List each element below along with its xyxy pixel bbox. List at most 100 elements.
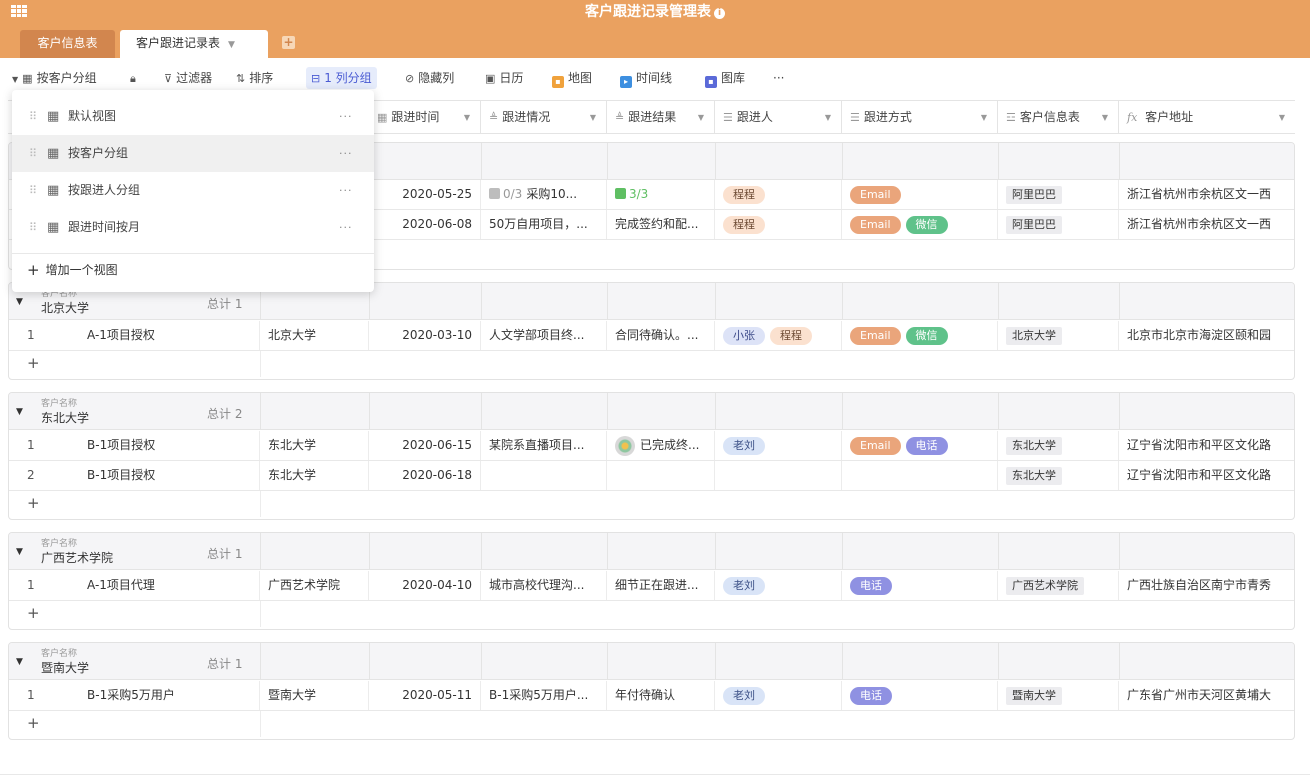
column-header-person[interactable]: ☰ 跟进人 ▼: [715, 101, 842, 134]
hide-columns-button[interactable]: ⊘ 隐藏列: [405, 68, 454, 88]
view-item-by-month[interactable]: ⠿ ▦ 跟进时间按月 ···: [12, 209, 374, 246]
group-header[interactable]: ▼ 客户名称 暨南大学 总计 1: [9, 643, 1294, 680]
cell-time[interactable]: 2020-04-10: [369, 571, 481, 600]
cell-time[interactable]: 2020-03-10: [369, 321, 481, 350]
group-button[interactable]: ⊟ 1 列分组: [306, 67, 377, 89]
table-row[interactable]: 1 A-1项目代理 广西艺术学院 2020-04-10 城市高校代理沟... 细…: [9, 571, 1294, 601]
cell-situation[interactable]: 某院系直播项目...: [481, 431, 607, 460]
more-icon[interactable]: ···: [339, 172, 353, 209]
cell-address[interactable]: 广西壮族自治区南宁市青秀: [1119, 571, 1294, 600]
record-link[interactable]: 广西艺术学院: [1006, 576, 1084, 595]
cell-method[interactable]: 电话: [842, 681, 998, 710]
gallery-button[interactable]: ▪ 图库: [705, 68, 745, 88]
cell-customer-name[interactable]: 北京大学: [260, 321, 369, 350]
cell-result[interactable]: 细节正在跟进...: [607, 571, 715, 600]
column-header-address[interactable]: fx 客户地址 ▼: [1119, 101, 1295, 134]
cell-method[interactable]: Email 微信: [842, 210, 998, 239]
view-switcher[interactable]: ▼ ▦ 按客户分组: [12, 68, 97, 88]
cell-title[interactable]: A-1项目授权: [79, 321, 260, 350]
view-item-default[interactable]: ⠿ ▦ 默认视图 ···: [12, 98, 374, 135]
add-table-button[interactable]: +: [282, 36, 295, 49]
add-row-button[interactable]: +: [9, 601, 1294, 627]
cell-customer-info[interactable]: 北京大学: [998, 321, 1119, 350]
cell-result[interactable]: 合同待确认。...: [607, 321, 715, 350]
cell-result[interactable]: 3/3: [607, 180, 715, 209]
table-row[interactable]: 2 B-1项目授权 东北大学 2020-06-18 东北大学 辽宁省沈阳市和平区…: [9, 461, 1294, 491]
record-link[interactable]: 阿里巴巴: [1006, 215, 1062, 234]
cell-person[interactable]: 老刘: [715, 681, 842, 710]
table-row[interactable]: 1 B-1采购5万用户 暨南大学 2020-05-11 B-1采购5万用户...…: [9, 681, 1294, 711]
cell-method[interactable]: 电话: [842, 571, 998, 600]
record-link[interactable]: 阿里巴巴: [1006, 185, 1062, 204]
chevron-down-icon[interactable]: ▼: [228, 40, 235, 50]
collapse-triangle-icon[interactable]: ▼: [16, 297, 23, 307]
column-header-method[interactable]: ☰ 跟进方式 ▼: [842, 101, 998, 134]
cell-person[interactable]: 老刘: [715, 571, 842, 600]
cell-situation[interactable]: 0/3 采购10...: [481, 180, 607, 209]
cell-time[interactable]: 2020-05-11: [369, 681, 481, 710]
table-row[interactable]: 1 A-1项目授权 北京大学 2020-03-10 人文学部项目终... 合同待…: [9, 321, 1294, 351]
cell-method[interactable]: Email: [842, 180, 998, 209]
cell-address[interactable]: 北京市北京市海淀区颐和园: [1119, 321, 1294, 350]
drag-handle-icon[interactable]: ⠿: [29, 209, 37, 246]
column-header-customer-info[interactable]: ☲ 客户信息表 ▼: [998, 101, 1119, 134]
add-view-button[interactable]: + 增加一个视图: [27, 255, 118, 285]
cell-address[interactable]: 浙江省杭州市余杭区文一西: [1119, 180, 1294, 209]
cell-customer-name[interactable]: 广西艺术学院: [260, 571, 369, 600]
drag-handle-icon[interactable]: ⠿: [29, 135, 37, 172]
cell-customer-name[interactable]: 东北大学: [260, 431, 369, 460]
column-header-situation[interactable]: ≜ 跟进情况 ▼: [481, 101, 607, 134]
cell-person[interactable]: 程程: [715, 180, 842, 209]
cell-customer-name[interactable]: 东北大学: [260, 461, 369, 490]
group-header[interactable]: ▼ 客户名称 东北大学 总计 2: [9, 393, 1294, 430]
cell-address[interactable]: 浙江省杭州市余杭区文一西: [1119, 210, 1294, 239]
cell-person[interactable]: 小张 程程: [715, 321, 842, 350]
cell-situation[interactable]: B-1采购5万用户...: [481, 681, 607, 710]
cell-situation[interactable]: 城市高校代理沟...: [481, 571, 607, 600]
cell-person[interactable]: 老刘: [715, 431, 842, 460]
column-header-result[interactable]: ≜ 跟进结果 ▼: [607, 101, 715, 134]
cell-situation[interactable]: 人文学部项目终...: [481, 321, 607, 350]
tab-customer-info[interactable]: 客户信息表: [20, 30, 115, 58]
cell-method[interactable]: [842, 461, 998, 490]
filter-button[interactable]: ⊽ 过滤器: [164, 68, 212, 88]
column-header-time[interactable]: ▦ 跟进时间 ▼: [369, 101, 481, 134]
cell-result[interactable]: [607, 461, 715, 490]
cell-title[interactable]: B-1采购5万用户: [79, 681, 260, 710]
cell-title[interactable]: B-1项目授权: [79, 431, 260, 460]
cell-customer-info[interactable]: 阿里巴巴: [998, 210, 1119, 239]
cell-customer-info[interactable]: 东北大学: [998, 461, 1119, 490]
tab-followup-records[interactable]: 客户跟进记录表 ▼: [120, 30, 268, 58]
cell-time[interactable]: 2020-06-08: [369, 210, 481, 239]
cell-address[interactable]: 广东省广州市天河区黄埔大: [1119, 681, 1294, 710]
map-button[interactable]: ▪ 地图: [552, 68, 592, 88]
cell-person[interactable]: [715, 461, 842, 490]
cell-title[interactable]: B-1项目授权: [79, 461, 260, 490]
cell-time[interactable]: 2020-06-18: [369, 461, 481, 490]
cell-title[interactable]: A-1项目代理: [79, 571, 260, 600]
cell-situation[interactable]: 50万自用项目，...: [481, 210, 607, 239]
cell-customer-info[interactable]: 暨南大学: [998, 681, 1119, 710]
cell-customer-info[interactable]: 东北大学: [998, 431, 1119, 460]
sort-button[interactable]: ⇅ 排序: [236, 68, 273, 88]
group-header[interactable]: ▼ 客户名称 广西艺术学院 总计 1: [9, 533, 1294, 570]
cell-result[interactable]: 完成签约和配...: [607, 210, 715, 239]
cell-customer-info[interactable]: 阿里巴巴: [998, 180, 1119, 209]
more-icon[interactable]: ···: [339, 209, 353, 246]
cell-customer-info[interactable]: 广西艺术学院: [998, 571, 1119, 600]
drag-handle-icon[interactable]: ⠿: [29, 172, 37, 209]
cell-method[interactable]: Email 电话: [842, 431, 998, 460]
add-row-button[interactable]: +: [9, 351, 1294, 377]
cell-time[interactable]: 2020-05-25: [369, 180, 481, 209]
cell-method[interactable]: Email 微信: [842, 321, 998, 350]
calendar-button[interactable]: ▣ 日历: [485, 68, 523, 88]
add-row-button[interactable]: +: [9, 491, 1294, 517]
cell-person[interactable]: 程程: [715, 210, 842, 239]
info-icon[interactable]: i: [714, 8, 725, 19]
cell-customer-name[interactable]: 暨南大学: [260, 681, 369, 710]
record-link[interactable]: 北京大学: [1006, 326, 1062, 345]
collapse-triangle-icon[interactable]: ▼: [16, 407, 23, 417]
cell-result[interactable]: 已完成终...: [607, 431, 715, 460]
more-button[interactable]: ···: [773, 68, 784, 88]
cell-address[interactable]: 辽宁省沈阳市和平区文化路: [1119, 431, 1294, 460]
